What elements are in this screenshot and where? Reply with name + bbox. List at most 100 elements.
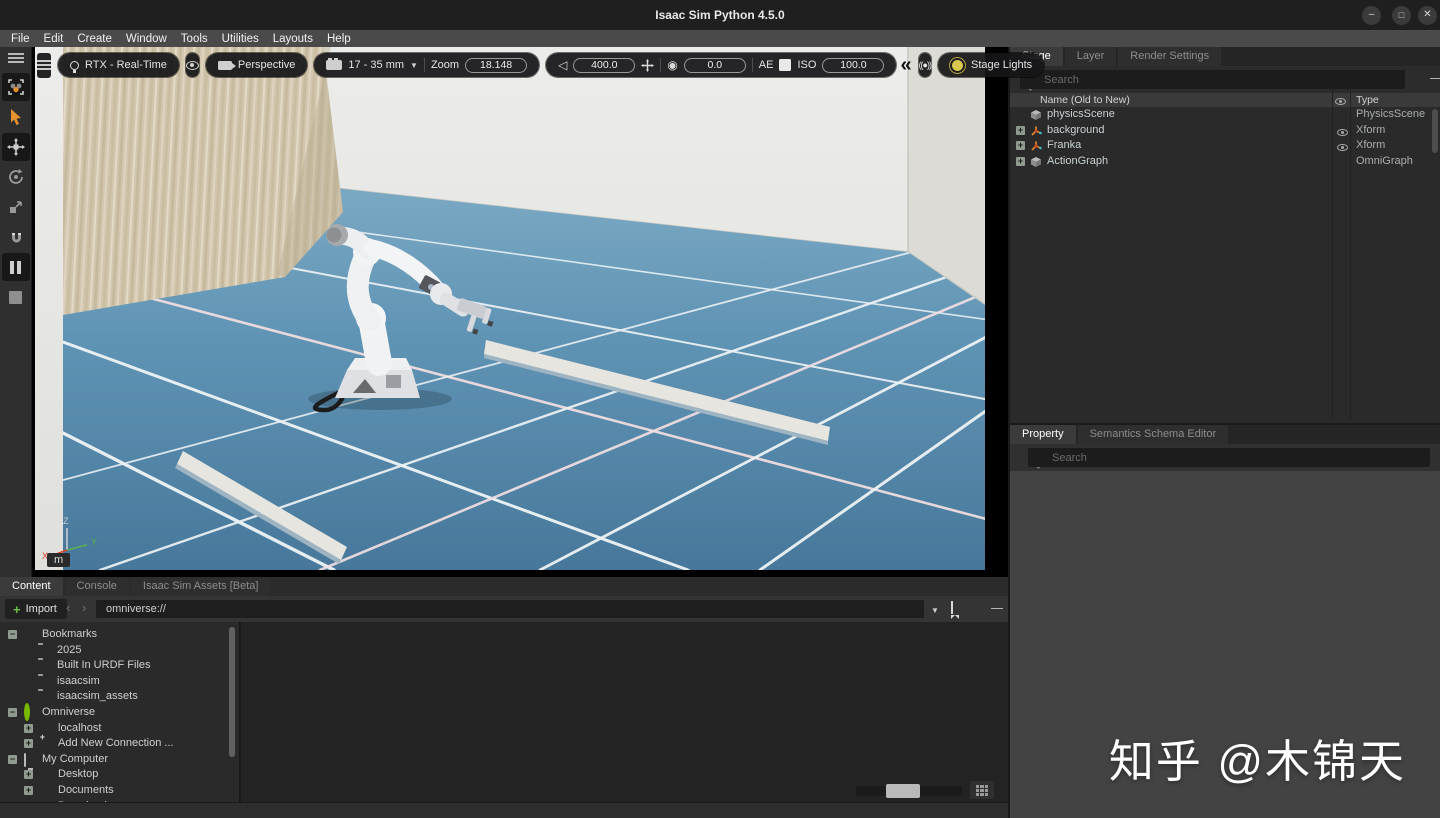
maximize-button[interactable] [1392,6,1411,25]
tab-property[interactable]: Property [1010,425,1076,444]
import-button[interactable]: + Import [5,599,67,619]
tree-item-built-in-urdf-files[interactable]: Built In URDF Files [0,658,239,674]
close-button[interactable] [1418,6,1437,25]
tree-item-add-new-connection[interactable]: Add New Connection ... [0,736,239,752]
tree-item-isaacsim-assets[interactable]: isaacsim_assets [0,689,239,705]
menu-utilities[interactable]: Utilities [215,33,266,45]
tree-item-my-computer[interactable]: My Computer [0,752,239,768]
axis-z-label: Z [63,516,69,526]
camera-button[interactable]: Perspective [206,53,307,77]
minimize-button[interactable] [1362,6,1381,25]
menu-create[interactable]: Create [70,33,119,45]
sliders-icon [37,60,51,70]
expand-icon[interactable] [1016,141,1025,150]
stage-row-actiongraph[interactable]: ActionGraph OmniGraph [1010,154,1440,170]
move-icon [7,138,25,156]
tree-item-bookmarks[interactable]: Bookmarks [0,627,239,643]
expand-icon[interactable] [1016,157,1025,166]
file-grid-area[interactable] [241,622,1008,802]
menu-window[interactable]: Window [119,33,174,45]
tree-scrollbar[interactable] [229,627,235,757]
stage-scrollbar[interactable] [1432,109,1438,153]
bookmark-icon[interactable] [951,601,953,614]
property-search-row [1010,444,1440,471]
content-body: Bookmarks 2025 Built In URDF Files isaac… [0,622,1008,802]
expand-icon[interactable] [24,724,33,733]
ae-checkbox[interactable] [779,59,791,71]
zoom-value-field[interactable]: 18.148 [465,58,527,73]
menu-edit[interactable]: Edit [37,33,71,45]
menu-file[interactable]: File [4,33,37,45]
path-input[interactable] [96,600,924,618]
tab-content[interactable]: Content [0,577,63,596]
expand-icon[interactable] [1016,126,1025,135]
name-column-header[interactable]: Name (Old to New) [1040,94,1130,106]
tree-item-isaacsim[interactable]: isaacsim [0,674,239,690]
tree-item-localhost[interactable]: localhost [0,721,239,737]
content-tabbar: Content Console Isaac Sim Assets [Beta] [0,577,1008,596]
type-column-header[interactable]: Type [1356,94,1379,106]
select-tool[interactable] [2,103,30,131]
tab-console[interactable]: Console [65,577,129,596]
capture-button[interactable]: ((●)) [919,53,931,77]
selection-mode-tool[interactable] [2,73,30,101]
viewport-scene[interactable] [35,47,985,570]
viewport-settings-button[interactable] [37,53,51,78]
collapse-icon[interactable] [8,630,17,639]
chevron-down-icon[interactable]: ▼ [410,61,418,70]
pause-button[interactable] [2,253,30,281]
visibility-eye-icon[interactable] [1337,129,1348,136]
tab-layer[interactable]: Layer [1065,47,1117,66]
sun-icon [952,60,963,71]
menu-help[interactable]: Help [320,33,358,45]
tab-render-settings[interactable]: Render Settings [1118,47,1221,66]
menu-tools[interactable]: Tools [174,33,215,45]
lightbulb-icon [70,61,79,70]
iso-value-field[interactable]: 100.0 [822,58,884,73]
tree-item-documents[interactable]: Documents [0,783,239,799]
path-dropdown-icon[interactable]: ▼ [931,606,939,615]
grid-view-button[interactable] [970,781,994,799]
fstop-field[interactable]: 0.0 [684,58,746,73]
visibility-eye-icon[interactable] [1337,144,1348,151]
selection-mode-icon [6,77,26,97]
rotate-icon [7,168,25,186]
stop-button[interactable] [2,283,30,311]
camera-icon [218,61,232,70]
tree-item-omniverse[interactable]: Omniverse [0,705,239,721]
icon-size-slider[interactable] [856,786,962,796]
property-search-input[interactable] [1028,448,1430,467]
focal-distance-field[interactable]: 400.0 [573,58,635,73]
snap-tool[interactable] [2,223,30,251]
scale-tool[interactable] [2,193,30,221]
menu-layouts[interactable]: Layouts [266,33,320,45]
focus-cone-icon[interactable]: ◁ [558,59,567,71]
tab-semantics-schema-editor[interactable]: Semantics Schema Editor [1078,425,1229,444]
lens-label[interactable]: 17 - 35 mm [348,59,404,71]
stage-column-header[interactable]: Name (Old to New) Type [1010,93,1440,107]
rotate-tool[interactable] [2,163,30,191]
stage-lights-button[interactable]: Stage Lights [938,53,1044,77]
back-button[interactable]: ‹ [66,600,70,615]
forward-button[interactable]: › [82,600,86,615]
stage-row-franka[interactable]: Franka Xform [1010,138,1440,154]
tree-item-desktop[interactable]: Desktop [0,767,239,783]
move-tool[interactable] [2,133,30,161]
stage-row-physicsscene[interactable]: physicsScene PhysicsScene [1010,107,1440,123]
expand-icon[interactable] [24,786,33,795]
center-target-icon[interactable] [641,59,654,72]
collapse-icon[interactable] [8,755,17,764]
toolbar-menu-icon[interactable] [8,53,24,63]
tab-isaac-sim-assets[interactable]: Isaac Sim Assets [Beta] [131,577,271,596]
renderer-button[interactable]: RTX - Real-Time [58,53,179,77]
stage-search-input[interactable] [1020,70,1405,89]
slider-handle[interactable] [886,784,920,798]
collapse-toolbar-icon[interactable]: « [900,54,911,77]
expand-icon[interactable] [24,770,33,779]
visibility-button[interactable] [186,53,199,77]
tree-item-2025[interactable]: 2025 [0,643,239,659]
stage-row-background[interactable]: background Xform [1010,123,1440,139]
expand-icon[interactable] [24,739,33,748]
collapse-icon[interactable] [8,708,17,717]
computer-icon [24,753,26,767]
